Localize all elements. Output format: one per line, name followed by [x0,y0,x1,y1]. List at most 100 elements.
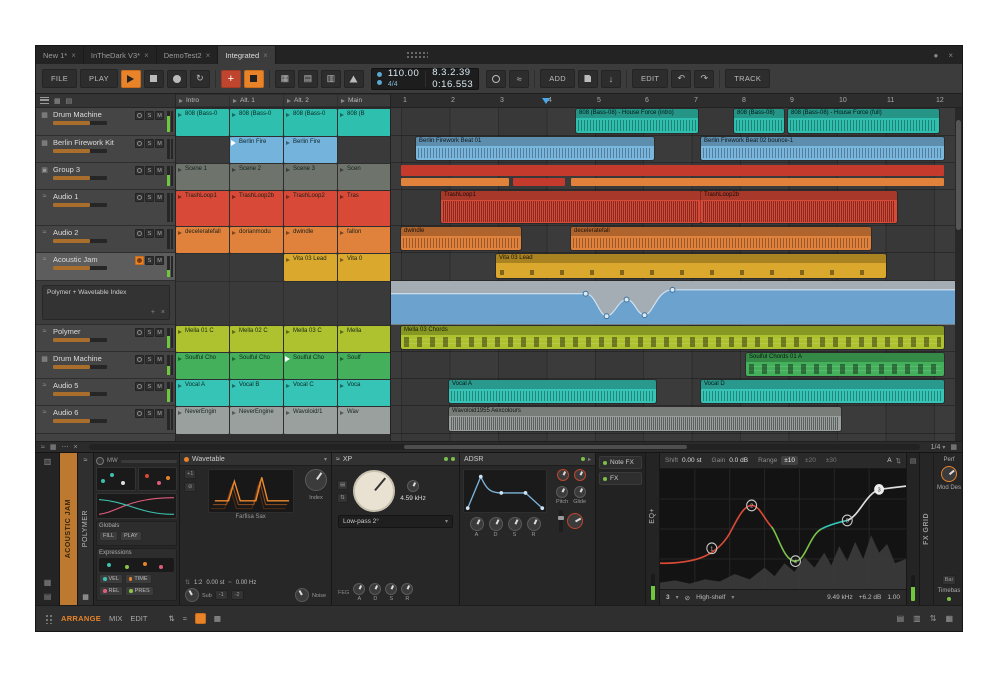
transport-stop-button[interactable] [144,70,164,88]
sustain-knob[interactable] [508,517,522,531]
scene-header[interactable]: Alt. 2 [284,95,337,106]
group-clip-region[interactable] [571,178,944,186]
note-fx-button[interactable]: Note FX [599,456,642,469]
launcher-clip-playing[interactable]: Berlin Fire [230,137,283,163]
filter-resonance-knob[interactable] [407,480,419,492]
solo-button[interactable]: S [145,328,154,337]
vel-expression-chip[interactable]: VEL [99,574,123,584]
solo-button[interactable]: S [145,193,154,202]
record-arm-button[interactable] [135,256,144,265]
expressions-display[interactable] [99,558,174,572]
perf-knob[interactable] [941,466,957,482]
panel-handle-icon[interactable] [45,614,53,624]
envelope-display[interactable] [463,469,547,513]
release-knob[interactable] [527,517,541,531]
arranger-clip[interactable]: Mella 03 Chords [401,326,944,349]
launcher-clip[interactable]: deceleratefall [176,227,229,253]
follow-playhead-toggle[interactable] [195,613,206,624]
track-row[interactable]: ≈ Audio 1 SM [36,190,175,226]
scrollbar-thumb[interactable] [956,120,961,230]
track-row[interactable]: ▦ Drum Machine SM [36,108,175,136]
track-volume-fader[interactable] [53,239,107,243]
osc-detune-value[interactable]: 0.00 st [206,580,224,586]
out-volume-knob[interactable] [567,513,583,529]
eq-gain-value[interactable]: 0.0 dB [729,457,748,464]
unison-chip[interactable]: +1 [184,469,196,479]
launcher-clip[interactable]: TrashLoop2 [284,191,337,226]
launcher-clip[interactable]: Vita 0 [338,254,390,281]
time-value[interactable]: 0:16.553 [432,80,473,90]
mix-view-button[interactable]: MIX [109,614,122,623]
io-panel-icon[interactable]: ⇅ [930,614,937,623]
track-volume-fader[interactable] [53,419,107,423]
launcher-clip[interactable]: Tras [338,191,390,226]
eq-ab-compare[interactable]: A [887,457,891,464]
solo-button[interactable]: S [145,139,154,148]
glide-knob[interactable] [574,486,586,498]
transport-loop-button[interactable]: ↻ [190,70,210,88]
amp-mod-knob[interactable] [557,469,569,481]
solo-button[interactable]: S [145,229,154,238]
inspector-panel-icon[interactable]: ▤ [897,614,905,623]
sub-octave-minus2[interactable]: -2 [231,590,244,600]
grid-resolution-select[interactable]: 1/4▾ [931,444,946,451]
filter-attack-knob[interactable] [353,583,365,595]
phase-icon[interactable]: ⊘ [184,482,196,492]
edit-button[interactable]: EDIT [632,69,668,88]
eq-range-10[interactable]: ±10 [781,456,798,465]
tempo-tap-icons[interactable] [377,72,382,85]
redo-icon[interactable]: ↷ [694,70,714,88]
solo-button[interactable]: S [145,166,154,175]
track-activity-button[interactable] [135,229,144,238]
play-menu-button[interactable]: PLAY [80,69,118,88]
track-row[interactable]: ≈ Polymer SM [36,325,175,352]
solo-button[interactable]: S [145,111,154,120]
track-activity-button[interactable] [135,328,144,337]
arranger-lane[interactable]: Vita 03 Lead [391,253,955,281]
fx-grid-strip[interactable]: FX GRID [920,453,934,605]
tab-close-icon[interactable]: × [206,51,211,60]
filter-cutoff-value[interactable]: 4.59 kHz [400,495,426,502]
arranger-clip[interactable]: dwindle [401,227,521,250]
sub-knob[interactable] [185,588,199,602]
track-row[interactable]: ▣ Group 3 SM [36,163,175,190]
mute-button[interactable]: M [155,409,164,418]
track-volume-fader[interactable] [53,392,107,396]
arranger-lane[interactable]: Wavoloid1955 Aexcolours [391,406,955,434]
wavetable-preset-name[interactable]: Farfisa Sax [235,514,265,520]
arranger-timeline[interactable]: 12 34 56 78 910 1112 808 (Bass-08) - Hou… [391,94,962,441]
arranger-lane[interactable]: dwindle deceleratefall [391,226,955,253]
group-clip-region[interactable] [401,165,944,176]
arranger-lane[interactable]: Vocal A Vocal D [391,379,955,406]
mod-curve-display[interactable] [96,493,177,519]
launcher-clip[interactable]: Voca [338,380,390,406]
overdub-plus-button[interactable]: + [221,70,241,88]
launcher-clip[interactable]: NeverEngin [176,407,229,434]
launcher-clip[interactable]: Berlin Fire [284,137,337,163]
bar-length-chip[interactable]: Bar [942,575,957,585]
launcher-clip[interactable]: TrashLoop2b [230,191,283,226]
track-volume-fader[interactable] [53,203,107,207]
add-device-icon[interactable]: + [151,309,155,316]
launcher-stop-slot[interactable] [176,254,229,281]
grid-view-icon[interactable]: ▦ [54,97,61,105]
window-drag-handle-icon[interactable] [406,51,428,59]
launcher-clip[interactable]: Vocal B [230,380,283,406]
filter-mod-dot[interactable] [444,457,448,461]
scene-header[interactable]: Intro [176,95,229,106]
launcher-clip[interactable]: Soulf [338,353,390,379]
launcher-clip[interactable]: dorianmodu [230,227,283,253]
edit-view-button[interactable]: EDIT [130,614,147,623]
mute-button[interactable]: M [155,111,164,120]
env-mod-dot[interactable] [581,457,585,461]
horizontal-scrollbar[interactable] [89,444,920,450]
metronome-icon[interactable] [344,70,364,88]
wavetable-display[interactable] [208,469,294,513]
arranger-clip[interactable]: Vocal D [701,380,944,403]
eq-shift-value[interactable]: 0.00 st [682,457,702,464]
transport-display[interactable]: 110.00 4/4 8.3.2.39 0:16.553 [371,68,479,90]
filter-route-icon[interactable]: ⇅ [337,493,348,503]
rel-expression-chip[interactable]: REL [99,586,123,596]
arranger-clip[interactable]: Vita 03 Lead [496,254,886,278]
track-volume-fader[interactable] [53,365,107,369]
